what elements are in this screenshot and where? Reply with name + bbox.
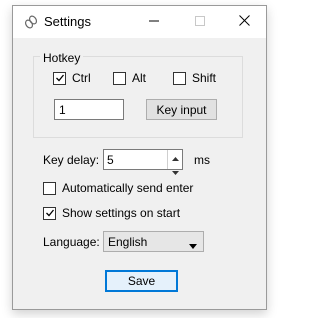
hotkey-key-input[interactable]: 1 [54,99,124,120]
key-delay-label: Key delay: [43,153,100,167]
close-button[interactable] [221,6,267,38]
alt-checkbox-box[interactable] [113,71,126,85]
ctrl-checkbox[interactable]: Ctrl [53,70,91,86]
title-bar[interactable]: Settings [13,6,266,38]
ctrl-label: Ctrl [72,71,91,85]
save-button[interactable]: Save [105,270,178,292]
auto-enter-checkbox[interactable]: Automatically send enter [43,180,193,196]
shift-checkbox[interactable]: Shift [173,70,216,86]
show-on-start-checkbox[interactable]: Show settings on start [43,205,180,221]
auto-enter-checkbox-box[interactable] [43,181,56,195]
window-title: Settings [44,14,91,29]
language-label: Language: [43,235,100,249]
auto-enter-label: Automatically send enter [62,181,194,195]
spin-buttons[interactable] [167,150,182,175]
spin-up-button[interactable] [168,150,182,164]
show-on-start-checkbox-box[interactable] [43,206,56,220]
shift-checkbox-box[interactable] [173,71,186,85]
key-delay-unit: ms [194,153,210,167]
link-icon [23,14,39,30]
checkmark-icon [55,73,65,83]
alt-checkbox[interactable]: Alt [113,70,146,86]
minimize-icon [149,15,159,29]
hotkey-group [33,56,243,138]
show-on-start-label: Show settings on start [62,206,181,220]
maximize-button[interactable] [177,6,223,38]
hotkey-group-label: Hotkey [40,51,84,65]
key-input-button[interactable]: Key input [146,99,217,120]
chevron-down-icon [189,238,197,252]
spin-down-icon [171,164,179,178]
settings-window: Settings Hotkey Ctrl Alt Shift 1 Key inp… [12,5,267,310]
spin-down-button[interactable] [168,164,182,178]
shift-label: Shift [192,71,217,85]
ctrl-checkbox-box[interactable] [53,71,66,85]
language-value: English [108,234,148,249]
minimize-button[interactable] [131,6,177,38]
close-icon [238,15,250,29]
key-delay-value: 5 [107,152,114,167]
maximize-icon [195,15,205,29]
key-delay-spinner[interactable]: 5 [103,149,183,175]
spin-up-icon [171,150,179,164]
language-select[interactable]: English [103,231,204,252]
checkmark-icon [45,208,55,218]
alt-label: Alt [132,71,147,85]
